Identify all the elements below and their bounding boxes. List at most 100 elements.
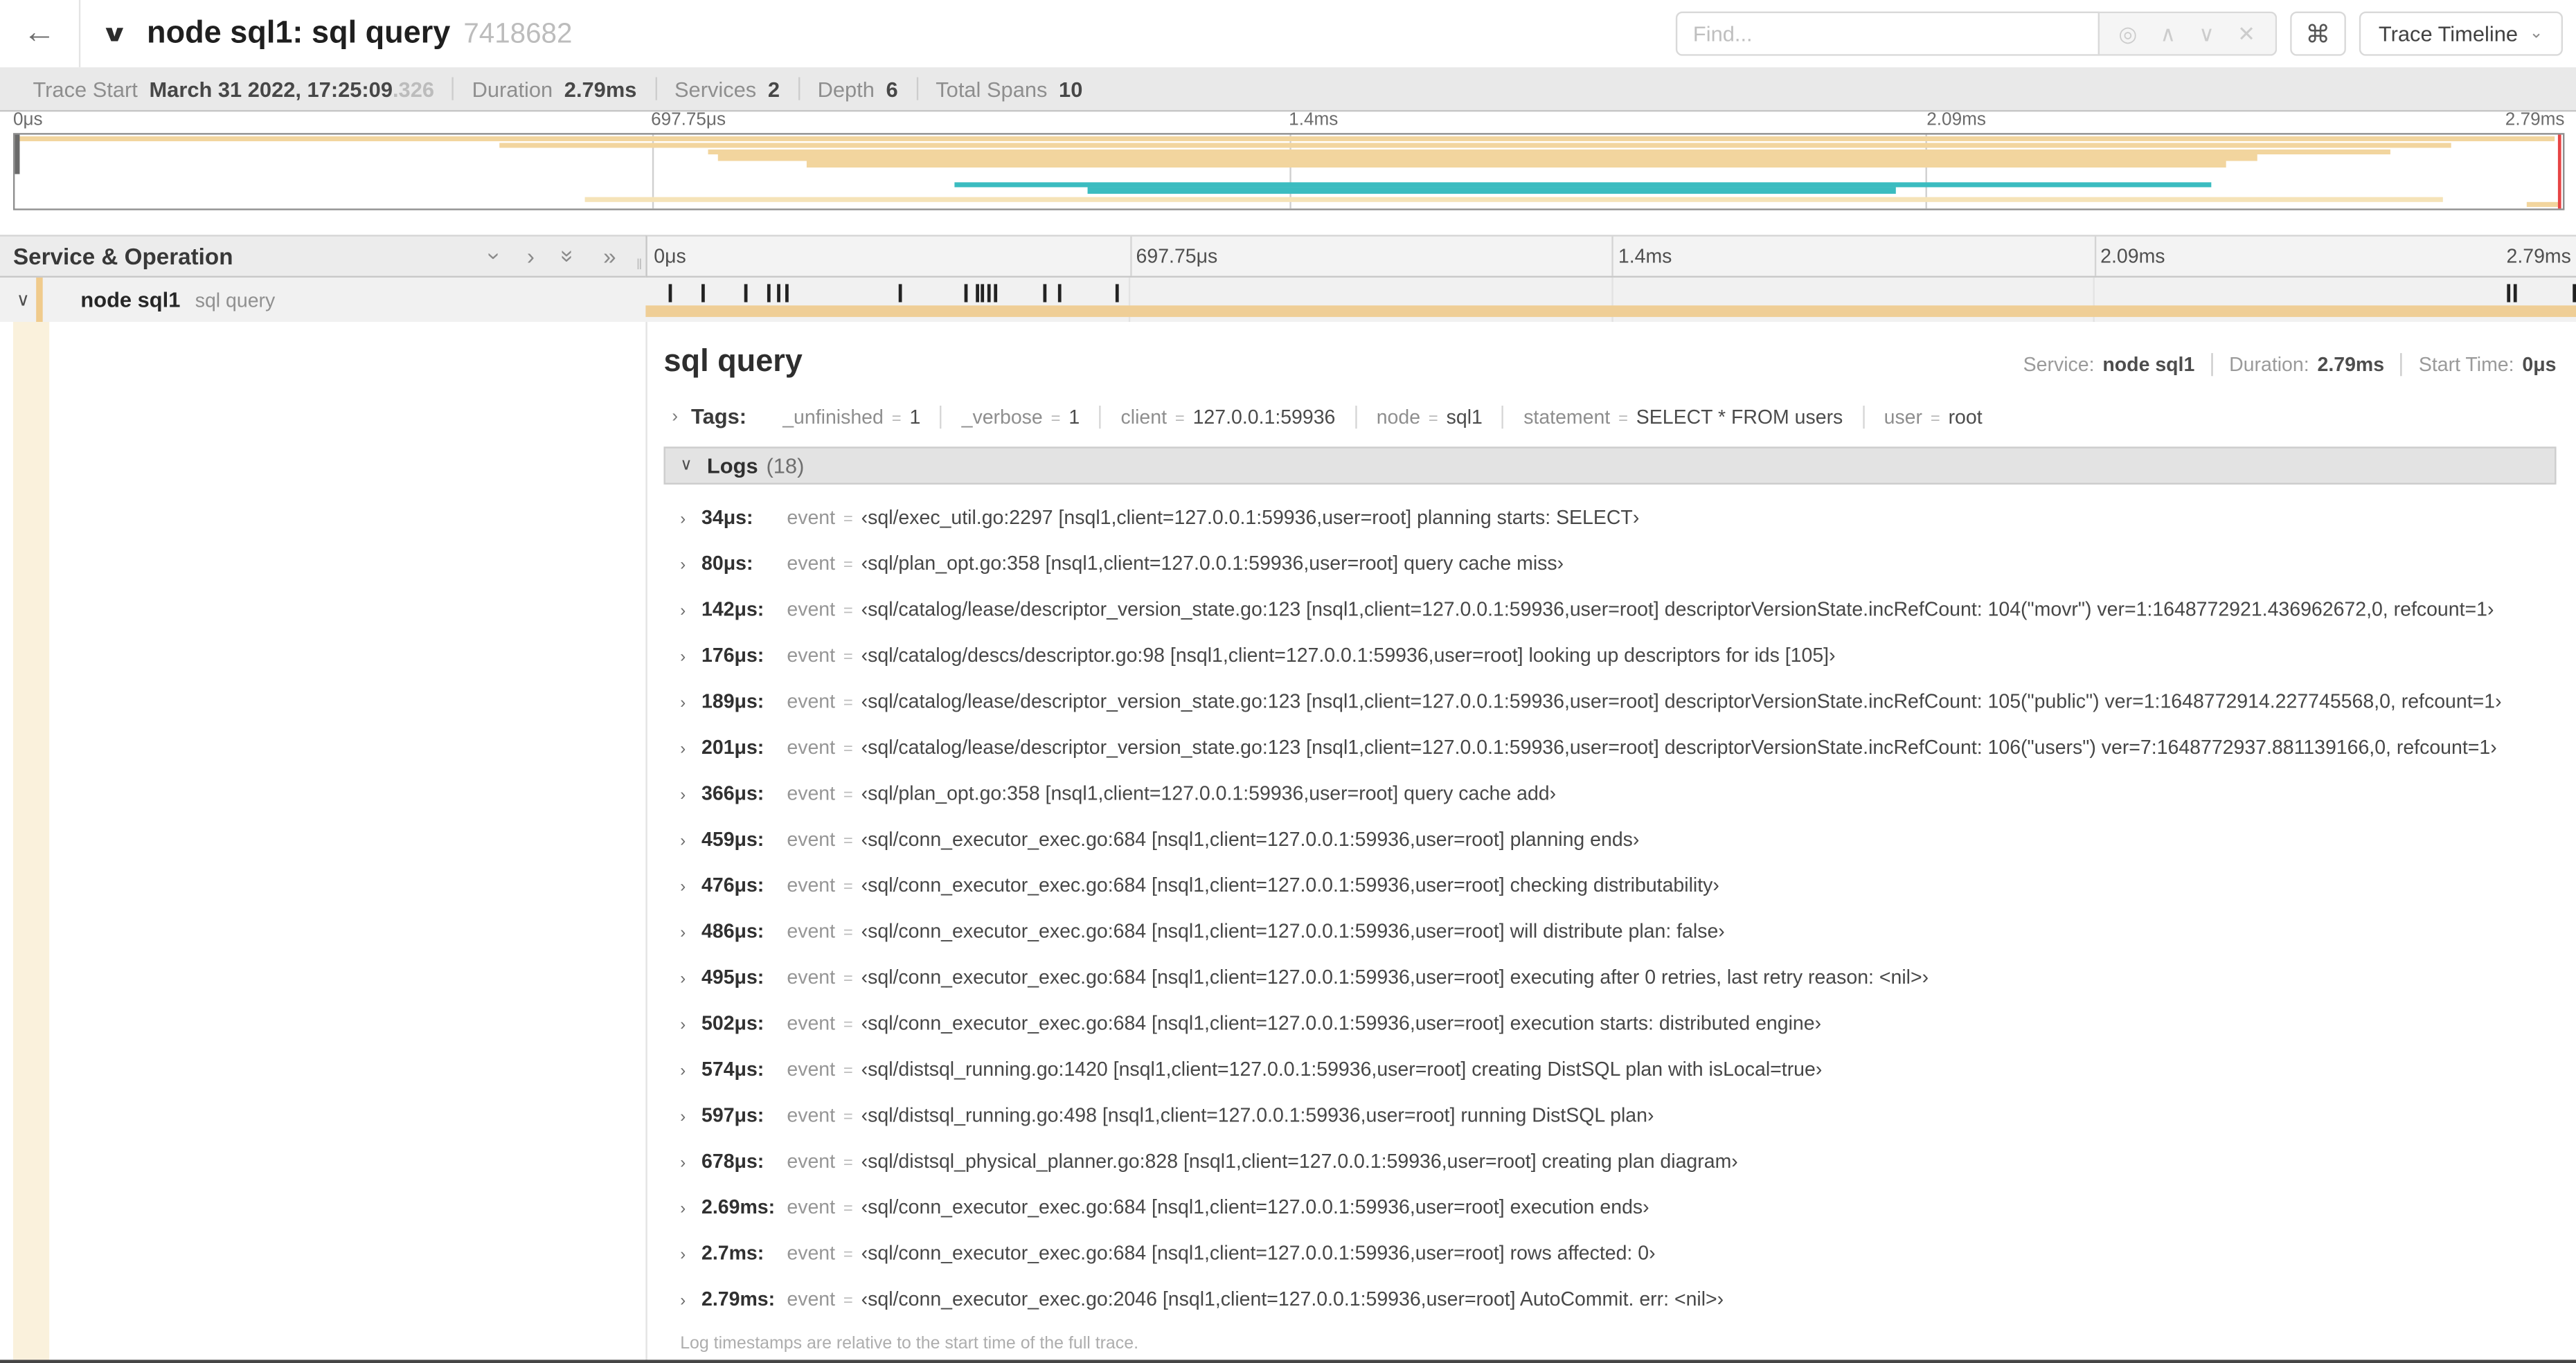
- chevron-down-icon[interactable]: ∨: [17, 289, 30, 310]
- info-label: Trace Start: [33, 76, 138, 101]
- equals-sign: =: [843, 649, 853, 667]
- chevron-right-icon[interactable]: ›: [680, 878, 701, 896]
- log-field-key: event: [787, 689, 836, 713]
- ruler-tick-label: 697.75μs: [1136, 244, 1218, 268]
- column-resizer-handle[interactable]: ‖: [636, 256, 643, 273]
- chevron-right-icon[interactable]: ›: [680, 1108, 701, 1126]
- trace-title-group: ∨ node sql1: sql query 7418682: [80, 16, 572, 52]
- log-field-key: event: [787, 1103, 836, 1127]
- equals-sign: =: [843, 557, 853, 575]
- log-entry-row[interactable]: › 2.79ms: event = ‹sql/conn_executor_exe…: [663, 1288, 2556, 1310]
- minimap-span-bar: [499, 142, 2451, 149]
- log-entry-row[interactable]: › 486μs: event = ‹sql/conn_executor_exec…: [663, 920, 2556, 943]
- minimap-span-bar: [717, 154, 2257, 161]
- trace-info-item: Total Spans 10: [915, 76, 1101, 101]
- minimap-scrubber[interactable]: [2557, 134, 2561, 209]
- log-entry-row[interactable]: › 80μs: event = ‹sql/plan_opt.go:358 [ns…: [663, 552, 2556, 575]
- keyboard-shortcuts-button[interactable]: ⌘: [2289, 11, 2346, 56]
- tag-item: _verbose = 1: [940, 404, 1100, 428]
- log-entry-row[interactable]: › 201μs: event = ‹sql/catalog/lease/desc…: [663, 736, 2556, 759]
- log-entry-row[interactable]: › 502μs: event = ‹sql/conn_executor_exec…: [663, 1011, 2556, 1034]
- chevron-right-icon[interactable]: ›: [680, 511, 701, 529]
- back-arrow-icon: ←: [23, 15, 56, 51]
- tag-key: node: [1376, 404, 1421, 428]
- span-row[interactable]: ∨ node sql1 sql query: [0, 277, 2576, 324]
- log-entry-row[interactable]: › 2.69ms: event = ‹sql/conn_executor_exe…: [663, 1195, 2556, 1218]
- log-field-value: ‹sql/conn_executor_exec.go:2046 [nsql1,c…: [861, 1288, 1724, 1311]
- double-chevron-right-icon[interactable]: »: [603, 243, 616, 269]
- log-tick: [987, 284, 991, 303]
- log-entry-row[interactable]: › 2.7ms: event = ‹sql/conn_executor_exec…: [663, 1242, 2556, 1265]
- info-value: March 31 2022, 17:25:09: [149, 76, 393, 101]
- log-entry-row[interactable]: › 142μs: event = ‹sql/catalog/lease/desc…: [663, 598, 2556, 621]
- chevron-right-icon[interactable]: ›: [680, 603, 701, 621]
- log-entry-row[interactable]: › 189μs: event = ‹sql/catalog/lease/desc…: [663, 689, 2556, 712]
- trace-info-item: Duration 2.79ms: [452, 76, 654, 101]
- tag-item: node = sql1: [1354, 404, 1502, 428]
- chevron-right-icon[interactable]: ›: [680, 557, 701, 575]
- chevron-right-icon[interactable]: ›: [680, 971, 701, 989]
- log-field-key: event: [787, 966, 836, 989]
- span-bar-cell[interactable]: [645, 277, 2576, 323]
- next-match-icon[interactable]: ∨: [2199, 21, 2215, 47]
- find-input[interactable]: [1674, 11, 2099, 56]
- locate-icon[interactable]: ◎: [2118, 21, 2137, 47]
- log-timestamp: 2.7ms:: [701, 1241, 764, 1265]
- span-name-cell[interactable]: ∨ node sql1 sql query: [0, 277, 645, 323]
- trace-view-selector[interactable]: Trace Timeline ⌄: [2359, 11, 2564, 56]
- double-chevron-down-icon[interactable]: »: [556, 250, 582, 262]
- tag-value: root: [1948, 404, 1983, 428]
- operation-name: sql query: [195, 288, 276, 312]
- chevron-right-icon[interactable]: ›: [672, 406, 678, 426]
- log-entry-row[interactable]: › 574μs: event = ‹sql/distsql_running.go…: [663, 1058, 2556, 1081]
- span-duration-bar[interactable]: [645, 305, 2576, 317]
- tags-accordion[interactable]: › Tags: _unfinished = 1 _verbose = 1 cli…: [663, 404, 2556, 429]
- equals-sign: =: [1428, 409, 1438, 428]
- chevron-right-icon[interactable]: ›: [680, 649, 701, 667]
- log-entry-row[interactable]: › 176μs: event = ‹sql/catalog/descs/desc…: [663, 644, 2556, 667]
- log-entry-row[interactable]: › 597μs: event = ‹sql/distsql_running.go…: [663, 1103, 2556, 1126]
- log-entry-row[interactable]: › 459μs: event = ‹sql/conn_executor_exec…: [663, 828, 2556, 851]
- minimap-canvas[interactable]: [12, 133, 2565, 210]
- chevron-right-icon[interactable]: ›: [680, 1292, 701, 1310]
- log-timestamp: 2.79ms:: [701, 1288, 776, 1311]
- tag-item: user = root: [1862, 404, 2002, 428]
- meta-label: Duration:: [2229, 353, 2309, 377]
- chevron-down-icon[interactable]: ∨: [680, 457, 692, 475]
- log-timestamp: 142μs:: [701, 597, 764, 621]
- log-timestamp: 176μs:: [701, 644, 764, 667]
- chevron-down-icon[interactable]: ›: [482, 253, 508, 260]
- minimap-span-bar: [2527, 201, 2558, 208]
- collapse-trace-icon[interactable]: ∨: [100, 19, 128, 47]
- chevron-right-icon[interactable]: ›: [680, 925, 701, 943]
- chevron-right-icon[interactable]: ›: [680, 1200, 701, 1218]
- log-entry-row[interactable]: › 678μs: event = ‹sql/distsql_physical_p…: [663, 1150, 2556, 1173]
- chevron-right-icon[interactable]: ›: [680, 1017, 701, 1035]
- logs-count: (18): [766, 453, 805, 478]
- trace-info-item: Depth 6: [798, 76, 916, 101]
- log-entry-row[interactable]: › 476μs: event = ‹sql/conn_executor_exec…: [663, 874, 2556, 896]
- chevron-right-icon[interactable]: ›: [680, 833, 701, 851]
- minimap-left-drag-handle[interactable]: [15, 134, 20, 174]
- log-field-key: event: [787, 1195, 836, 1219]
- chevron-right-icon[interactable]: ›: [527, 243, 535, 269]
- minimap-tick-label: 697.75μs: [651, 109, 726, 130]
- prev-match-icon[interactable]: ∧: [2161, 21, 2176, 47]
- chevron-right-icon[interactable]: ›: [680, 786, 701, 804]
- chevron-right-icon[interactable]: ›: [680, 1063, 701, 1081]
- info-value: 6: [886, 76, 898, 101]
- chevron-right-icon[interactable]: ›: [680, 1155, 701, 1173]
- clear-search-icon[interactable]: ✕: [2237, 21, 2255, 47]
- log-entry-row[interactable]: › 366μs: event = ‹sql/plan_opt.go:358 [n…: [663, 782, 2556, 804]
- log-field-key: event: [787, 735, 836, 759]
- chevron-right-icon[interactable]: ›: [680, 1247, 701, 1265]
- log-entry-row[interactable]: › 34μs: event = ‹sql/exec_util.go:2297 […: [663, 506, 2556, 529]
- timeline-ruler: 0μs 697.75μs 1.4ms 2.09ms 2.79ms: [645, 235, 2576, 278]
- chevron-right-icon[interactable]: ›: [680, 695, 701, 713]
- back-button[interactable]: ←: [0, 0, 81, 68]
- log-field-value: ‹sql/conn_executor_exec.go:684 [nsql1,cl…: [861, 1195, 1649, 1219]
- log-entry-row[interactable]: › 495μs: event = ‹sql/conn_executor_exec…: [663, 966, 2556, 989]
- chevron-right-icon[interactable]: ›: [680, 741, 701, 759]
- log-field-key: event: [787, 1241, 836, 1265]
- logs-accordion-header[interactable]: ∨ Logs (18): [663, 446, 2557, 485]
